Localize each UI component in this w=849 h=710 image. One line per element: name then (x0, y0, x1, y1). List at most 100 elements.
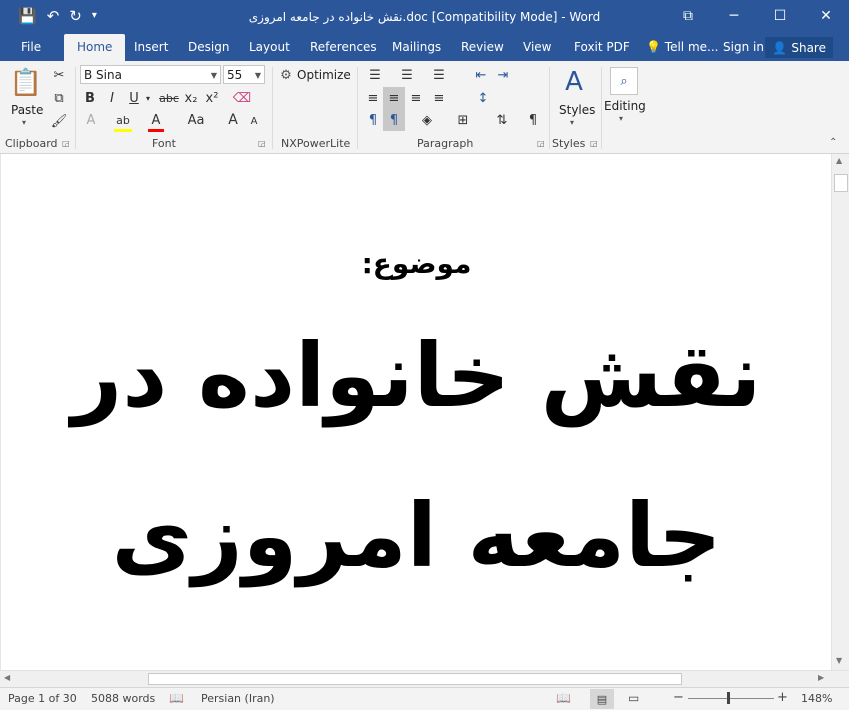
tab-file[interactable]: File (21, 34, 41, 61)
read-mode-icon[interactable]: 📖 (556, 691, 571, 705)
optimize-button[interactable]: Optimize (297, 68, 351, 82)
paste-clipboard-icon[interactable]: 📋 (10, 66, 42, 100)
cut-icon[interactable]: ✂ (50, 66, 68, 84)
tab-insert[interactable]: Insert (134, 34, 168, 61)
increase-indent-icon[interactable]: ⇥ (494, 66, 512, 84)
font-name-combo[interactable]: B Sina ▼ (80, 65, 221, 84)
tab-review[interactable]: Review (461, 34, 504, 61)
scroll-up-icon[interactable]: ▲ (836, 156, 842, 165)
bold-button[interactable]: B (82, 89, 98, 107)
sort-icon[interactable]: ⇅ (493, 111, 511, 129)
editing-button[interactable]: Editing (604, 99, 646, 113)
ribbon: 📋 Paste ▾ ✂ ⧉ 🖌 Clipboard ◲ B Sina ▼ 55 … (0, 61, 849, 154)
zoom-slider-track[interactable] (688, 698, 774, 699)
tab-mailings[interactable]: Mailings (392, 34, 441, 61)
zoom-slider-thumb[interactable] (727, 692, 730, 704)
tab-design[interactable]: Design (188, 34, 229, 61)
word-count[interactable]: 5088 words (91, 692, 155, 705)
proofing-icon[interactable]: 📖 (169, 691, 184, 705)
tab-layout[interactable]: Layout (249, 34, 290, 61)
language[interactable]: Persian (Iran) (201, 692, 275, 705)
tab-references[interactable]: References (310, 34, 377, 61)
divider (272, 67, 273, 149)
superscript-button[interactable]: x² (203, 89, 221, 107)
window-controls: ⧉ ─ ☐ ✕ (665, 0, 849, 32)
justify-icon[interactable]: ≡ (430, 89, 448, 107)
italic-button[interactable]: I (104, 89, 120, 107)
share-label: Share (791, 40, 826, 55)
chevron-down-icon[interactable]: ▼ (255, 66, 261, 85)
tell-me-box[interactable]: 💡 Tell me... (646, 34, 718, 61)
scroll-down-icon[interactable]: ▼ (836, 656, 842, 665)
bullets-icon[interactable]: ☰ (364, 66, 386, 84)
copy-icon[interactable]: ⧉ (50, 89, 68, 107)
underline-dropdown-icon[interactable]: ▾ (143, 89, 153, 107)
clear-formatting-icon[interactable]: ⌫ (232, 89, 252, 107)
paragraph-launcher-icon[interactable]: ◲ (537, 139, 545, 148)
underline-button[interactable]: U (126, 89, 142, 107)
clipboard-group-label: Clipboard (5, 137, 58, 150)
styles-launcher-icon[interactable]: ◲ (590, 139, 598, 148)
zoom-in-button[interactable]: + (777, 690, 788, 705)
sign-in-link[interactable]: Sign in (723, 34, 764, 61)
ribbon-display-options-icon[interactable]: ⧉ (665, 0, 711, 32)
zoom-level[interactable]: 148% (801, 692, 832, 705)
decrease-indent-icon[interactable]: ⇤ (472, 66, 490, 84)
styles-button[interactable]: Styles (559, 103, 595, 117)
multilevel-list-icon[interactable]: ☰ (428, 66, 450, 84)
show-formatting-button[interactable]: ¶ (524, 111, 542, 129)
collapse-ribbon-icon[interactable]: ⌃ (829, 137, 837, 148)
document-page[interactable]: موضوع: نقش خانواده در جامعه امروزی (0, 154, 849, 670)
highlight-color-button[interactable]: ab (114, 111, 132, 132)
align-center-icon[interactable]: ≡ (383, 87, 405, 109)
clipboard-launcher-icon[interactable]: ◲ (62, 139, 70, 148)
tab-view[interactable]: View (523, 34, 551, 61)
font-size-combo[interactable]: 55 ▼ (223, 65, 265, 84)
find-icon[interactable]: ⌕ (610, 67, 638, 95)
editing-dropdown-icon[interactable]: ▾ (619, 114, 623, 123)
font-launcher-icon[interactable]: ◲ (258, 139, 266, 148)
zoom-out-button[interactable]: − (673, 690, 684, 705)
page-count[interactable]: Page 1 of 30 (8, 692, 77, 705)
line-spacing-icon[interactable]: ↕ (472, 89, 494, 107)
chevron-down-icon[interactable]: ▼ (211, 66, 217, 85)
tab-foxit-pdf[interactable]: Foxit PDF (574, 34, 630, 61)
paste-button[interactable]: Paste (11, 103, 43, 117)
scroll-right-icon[interactable]: ▶ (818, 673, 824, 682)
align-left-icon[interactable]: ≡ (364, 89, 382, 107)
maximize-button[interactable]: ☐ (757, 0, 803, 32)
strikethrough-button[interactable]: abc (158, 89, 180, 107)
horizontal-scroll-thumb[interactable] (148, 673, 682, 685)
shrink-font-button[interactable]: A (248, 113, 260, 129)
rtl-direction-icon[interactable]: ¶ (383, 109, 405, 131)
scroll-left-icon[interactable]: ◀ (4, 673, 10, 682)
subscript-button[interactable]: x₂ (182, 89, 200, 107)
document-title-line-1: نقش خانواده در (71, 324, 762, 427)
title-bar: 💾 ↶ ↻ ▾ نقش خانواده در جامعه امروزی.doc … (0, 0, 849, 34)
shading-icon[interactable]: ◈ (416, 111, 438, 129)
numbering-icon[interactable]: ☰ (396, 66, 418, 84)
vertical-scrollbar[interactable]: ▲ ▼ (831, 154, 849, 670)
web-layout-icon[interactable]: ▭ (628, 691, 639, 705)
font-color-button[interactable]: A (148, 111, 164, 132)
paste-dropdown-icon[interactable]: ▾ (22, 118, 26, 127)
align-right-icon[interactable]: ≡ (407, 89, 425, 107)
ltr-direction-icon[interactable]: ¶ (364, 111, 382, 129)
vertical-scroll-thumb[interactable] (834, 174, 848, 192)
tab-home[interactable]: Home (64, 34, 126, 61)
minimize-button[interactable]: ─ (711, 0, 757, 32)
horizontal-scrollbar[interactable]: ◀ ▶ (0, 670, 849, 688)
change-case-button[interactable]: Aa (185, 111, 207, 129)
text-effects-button[interactable]: A (82, 111, 100, 129)
grow-font-button[interactable]: A (226, 111, 240, 129)
tell-me-label: Tell me... (664, 40, 719, 54)
share-button[interactable]: 👤 Share (765, 37, 833, 58)
styles-icon[interactable]: A (559, 65, 589, 99)
document-subject-line: موضوع: (361, 247, 472, 280)
print-layout-icon[interactable]: ▤ (590, 689, 614, 709)
optimize-icon[interactable]: ⚙ (278, 66, 294, 84)
close-button[interactable]: ✕ (803, 0, 849, 32)
format-painter-icon[interactable]: 🖌 (50, 112, 68, 130)
borders-icon[interactable]: ⊞ (452, 111, 474, 129)
styles-dropdown-icon[interactable]: ▾ (570, 118, 574, 127)
